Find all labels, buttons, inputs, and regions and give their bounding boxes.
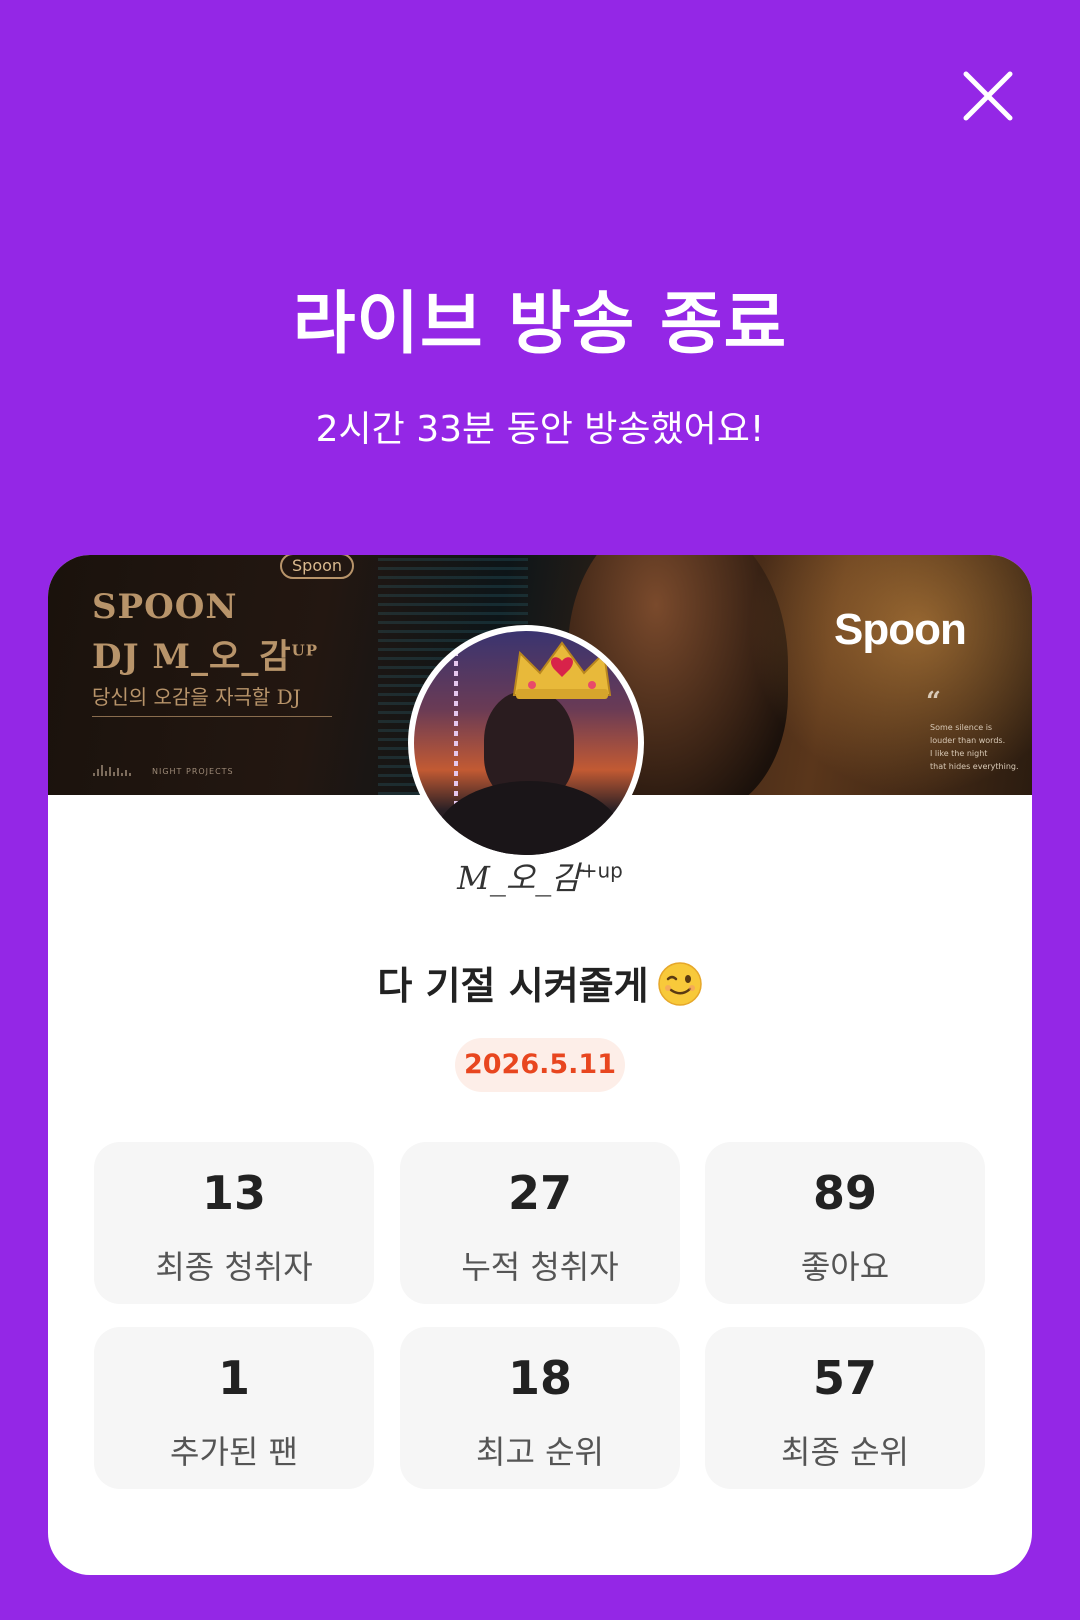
banner-quote: Some silence is louder than words. I lik… [930,723,1019,771]
stat-final-rank: 57 최종 순위 [705,1327,985,1489]
stat-value: 89 [812,1166,877,1220]
quote-icon: “ [926,687,941,717]
stat-new-fans: 1 추가된 팬 [94,1327,374,1489]
stat-value: 57 [812,1351,877,1405]
banner-badge: Spoon [280,555,355,579]
stat-label: 최종 순위 [781,1433,909,1471]
stat-likes: 89 좋아요 [705,1142,985,1304]
stat-value: 27 [507,1166,572,1220]
close-button[interactable] [962,70,1014,122]
spoon-logo: Spoon [834,605,967,654]
stat-best-rank: 18 최고 순위 [400,1327,680,1489]
winking-face-icon [657,962,702,1006]
dj-nickname: M_오_감+up [457,858,623,897]
stat-label: 추가된 팬 [170,1433,298,1471]
stat-total-listeners: 27 누적 청취자 [400,1142,680,1304]
stat-value: 18 [507,1351,572,1405]
close-icon [963,71,1013,121]
stat-final-listeners: 13 최종 청취자 [94,1142,374,1304]
broadcast-duration: 2시간 33분 동안 방송했어요! [315,409,765,450]
stat-value: 13 [201,1166,266,1220]
page-title: 라이브 방송 종료 [292,285,788,364]
broadcast-date-badge: 2026.5.11 [455,1038,625,1092]
banner-credit: NIGHT PROJECTS [152,767,234,776]
broadcast-summary-card: Spoon SPOON DJ M_오_감UP 당신의 오감을 자극할 DJ NI… [48,555,1032,1575]
stat-label: 최고 순위 [476,1433,604,1471]
banner-tagline: 당신의 오감을 자극할 DJ [92,681,332,717]
stat-label: 최종 청취자 [155,1248,313,1286]
stat-label: 누적 청취자 [461,1248,619,1286]
stat-label: 좋아요 [800,1248,890,1286]
soundwave-icon [93,765,131,776]
broadcast-title: 다 기절 시켜줄게 [48,955,1032,1010]
dj-avatar[interactable] [408,625,644,861]
crown-icon [512,641,612,699]
banner-text-line1: SPOON [92,587,238,627]
banner-text-line2: DJ M_오_감UP [92,637,318,677]
stat-value: 1 [217,1351,250,1405]
